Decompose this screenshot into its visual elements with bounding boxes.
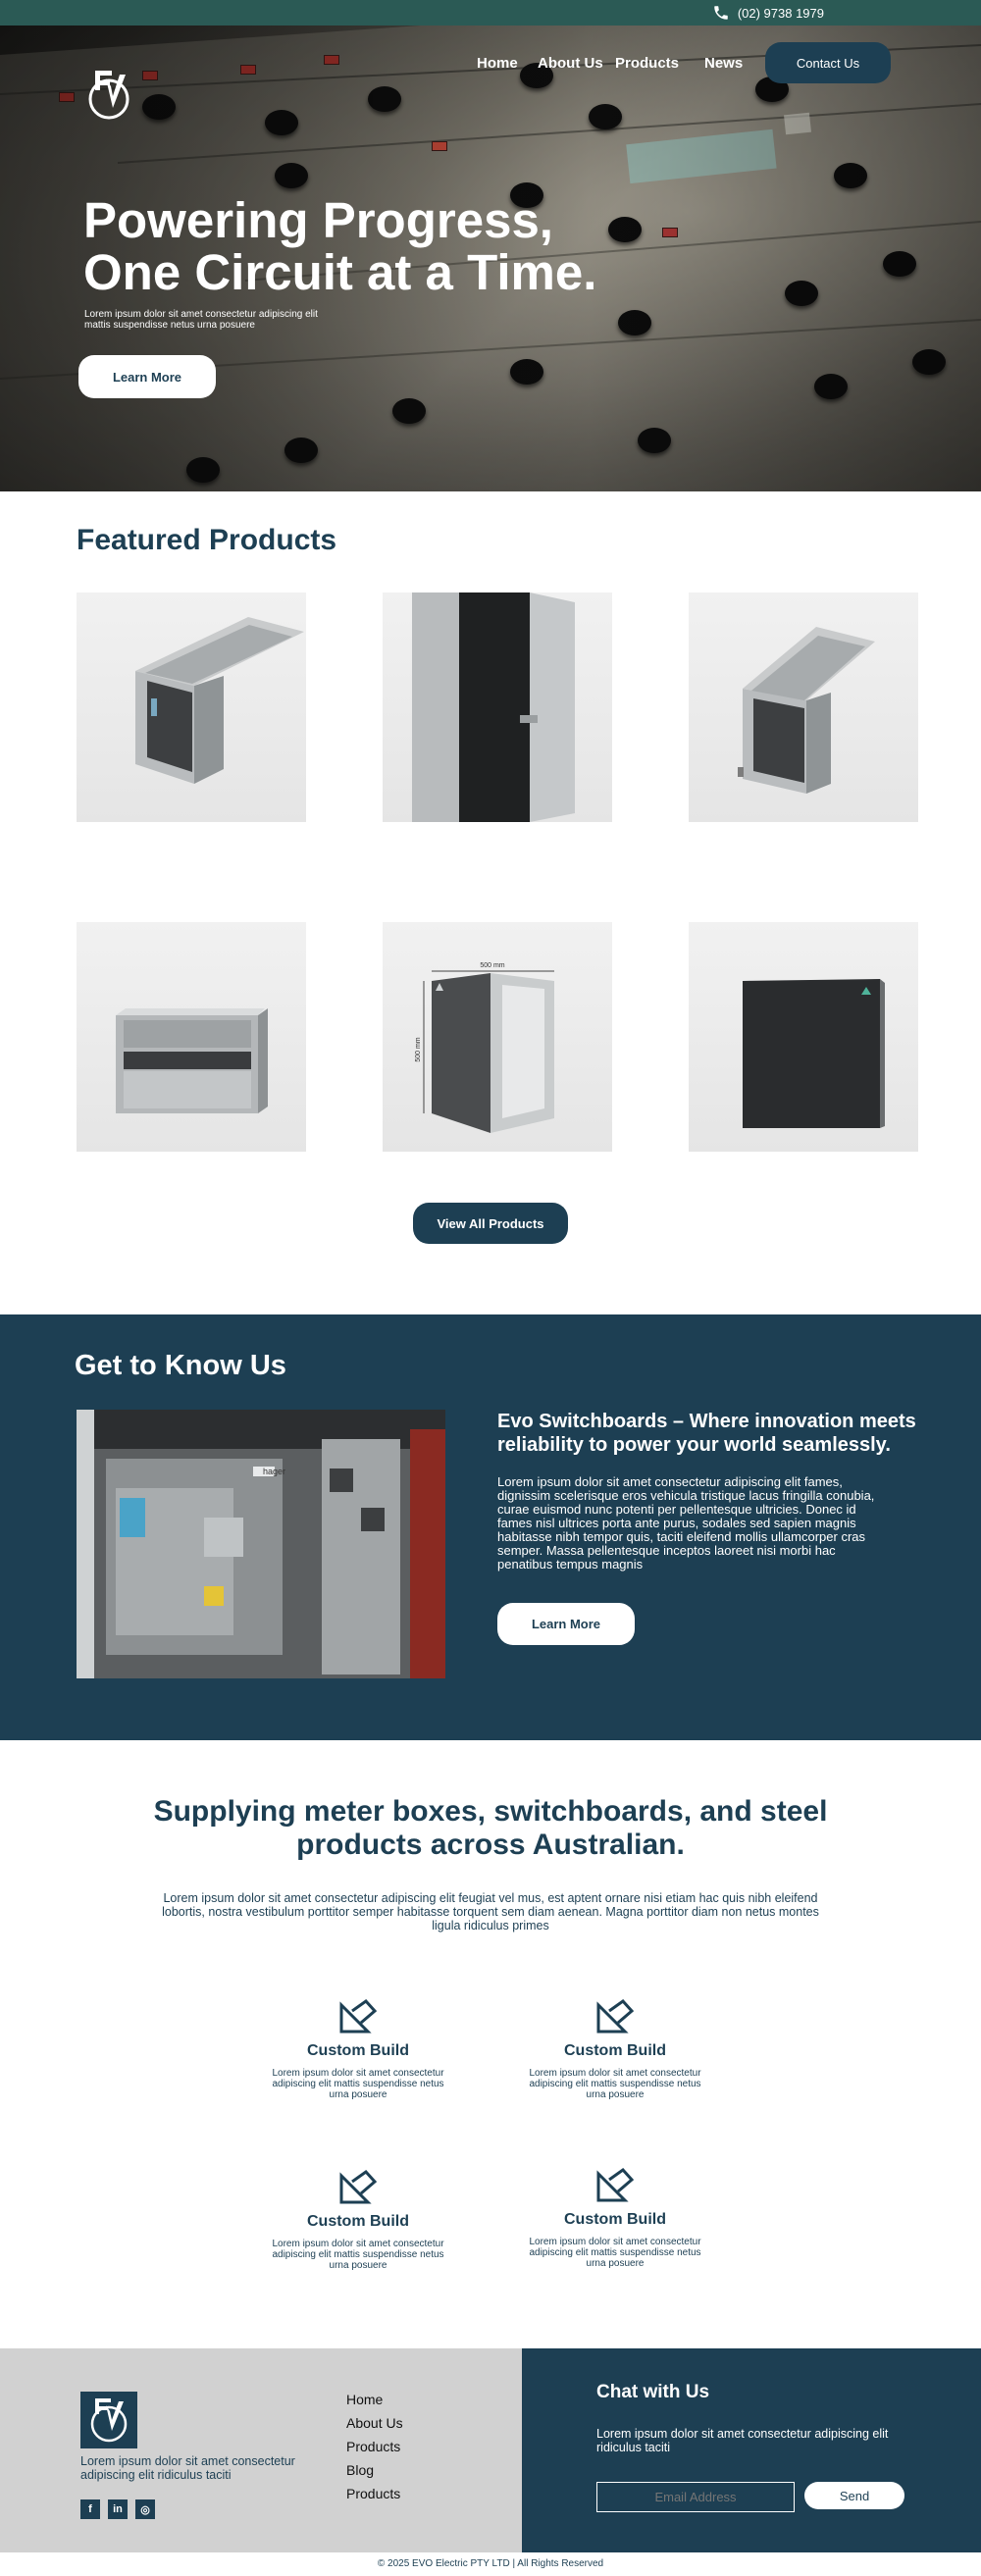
ruler-pencil-icon — [339, 1999, 378, 2034]
instagram-icon[interactable]: ◎ — [135, 2499, 155, 2519]
contact-us-button[interactable]: Contact Us — [765, 42, 891, 83]
ruler-pencil-icon — [339, 2170, 378, 2204]
footer-info: Lorem ipsum dolor sit amet consectetur a… — [0, 2348, 522, 2552]
hero-title-line-1: Powering Progress, — [83, 192, 553, 248]
copyright: © 2025 EVO Electric PTY LTD | All Rights… — [0, 2552, 981, 2576]
feature-title: Custom Build — [564, 2042, 666, 2059]
feature-custom-build: Custom Build Lorem ipsum dolor sit amet … — [527, 2168, 703, 2269]
supply-title: Supplying meter boxes, switchboards, and… — [153, 1795, 828, 1861]
facebook-icon[interactable]: f — [80, 2499, 100, 2519]
product-card-meter-box-enclosure[interactable] — [77, 922, 306, 1152]
product-card-open-lid-enclosure[interactable] — [77, 592, 306, 822]
feature-body: Lorem ipsum dolor sit amet consectetur a… — [529, 2068, 701, 2100]
product-image: 500 mm 500 mm — [415, 962, 554, 1133]
footer-description: Lorem ipsum dolor sit amet consectetur a… — [80, 2454, 295, 2482]
product-card-open-door-cabinet[interactable] — [383, 592, 612, 822]
feature-custom-build: Custom Build Lorem ipsum dolor sit amet … — [270, 1999, 446, 2100]
product-card-dimensioned-cabinet[interactable]: 500 mm 500 mm — [383, 922, 612, 1152]
dimension-label-top: 500 mm — [480, 962, 504, 969]
about-title: Get to Know Us — [75, 1350, 286, 1381]
phone-icon — [714, 6, 728, 20]
chat-body: Lorem ipsum dolor sit amet consectetur a… — [596, 2427, 889, 2454]
product-image — [738, 627, 875, 794]
footer-link-products-2[interactable]: Products — [346, 2482, 403, 2505]
hero-title-line-2: One Circuit at a Time. — [83, 244, 597, 300]
top-bar: (02) 9738 1979 — [0, 0, 981, 26]
linkedin-icon[interactable]: in — [108, 2499, 128, 2519]
product-image — [135, 617, 304, 784]
nav-about-us[interactable]: About Us — [538, 55, 603, 72]
feature-title: Custom Build — [564, 2211, 666, 2228]
footer-logo[interactable] — [80, 2392, 137, 2448]
feature-custom-build: Custom Build Lorem ipsum dolor sit amet … — [527, 1999, 703, 2100]
phone-contact[interactable]: (02) 9738 1979 — [712, 4, 824, 22]
email-field[interactable] — [596, 2482, 795, 2512]
footer-link-home[interactable]: Home — [346, 2388, 403, 2411]
ruler-pencil-icon — [596, 2168, 635, 2202]
hero-title: Powering Progress, One Circuit at a Time… — [83, 194, 672, 298]
phone-number: (02) 9738 1979 — [737, 5, 824, 21]
featured-products-title: Featured Products — [77, 524, 337, 556]
about-body: Lorem ipsum dolor sit amet consectetur a… — [497, 1474, 875, 1571]
footer-link-about-us[interactable]: About Us — [346, 2411, 403, 2435]
hero-subtitle: Lorem ipsum dolor sit amet consectetur a… — [84, 309, 318, 331]
supply-body: Lorem ipsum dolor sit amet consectetur a… — [162, 1891, 819, 1932]
view-all-products-button[interactable]: View All Products — [413, 1203, 568, 1244]
product-image — [116, 1008, 268, 1113]
ruler-pencil-icon — [596, 1999, 635, 2034]
about-image-switchgear: hager — [77, 1410, 445, 1678]
product-image — [412, 592, 575, 822]
about-heading: Evo Switchboards – Where innovation meet… — [497, 1411, 916, 1456]
footer-links: Home About Us Products Blog Products — [346, 2388, 403, 2505]
feature-custom-build: Custom Build Lorem ipsum dolor sit amet … — [270, 2170, 446, 2271]
nav-news[interactable]: News — [704, 55, 743, 72]
nav-products[interactable]: Products — [615, 55, 679, 72]
feature-body: Lorem ipsum dolor sit amet consectetur a… — [272, 2239, 444, 2271]
about-section: Get to Know Us hager Evo Switchboards – … — [0, 1314, 981, 1740]
feature-body: Lorem ipsum dolor sit amet consectetur a… — [272, 2068, 444, 2100]
hero-learn-more-button[interactable]: Learn More — [78, 355, 216, 398]
send-button[interactable]: Send — [804, 2482, 904, 2509]
about-learn-more-button[interactable]: Learn More — [497, 1603, 635, 1645]
evo-logo[interactable] — [86, 69, 131, 120]
nav-home[interactable]: Home — [477, 55, 518, 72]
dimension-label-side: 500 mm — [415, 1037, 422, 1061]
feature-title: Custom Build — [307, 2213, 409, 2230]
feature-title: Custom Build — [307, 2042, 409, 2059]
product-card-open-lid-enclosure-small[interactable] — [689, 592, 918, 822]
product-image — [743, 979, 885, 1128]
product-card-closed-panel[interactable] — [689, 922, 918, 1152]
footer-link-blog[interactable]: Blog — [346, 2458, 403, 2482]
brand-label: hager — [263, 1467, 285, 1476]
chat-title: Chat with Us — [596, 2382, 710, 2402]
feature-body: Lorem ipsum dolor sit amet consectetur a… — [529, 2237, 701, 2269]
footer-link-products[interactable]: Products — [346, 2435, 403, 2458]
